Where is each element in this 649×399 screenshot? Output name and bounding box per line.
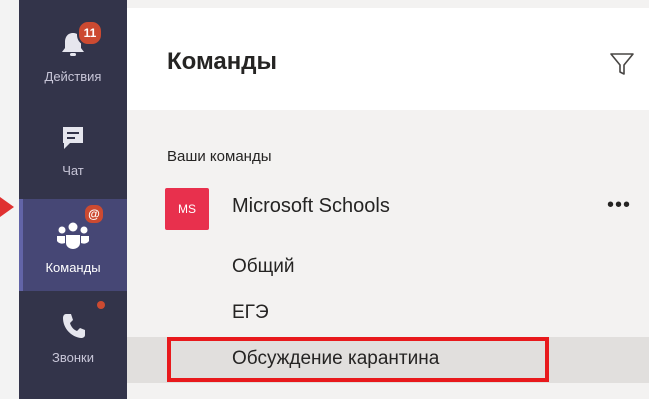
phone-icon: [60, 311, 86, 344]
rail-item-activity[interactable]: 11 Действия: [19, 8, 127, 100]
rail-item-label: Команды: [45, 260, 101, 275]
channel-label: ЕГЭ: [232, 302, 269, 323]
annotation-arrow: [0, 197, 14, 217]
rail-item-label: Действия: [44, 69, 102, 84]
rail-item-chat[interactable]: Чат: [19, 108, 127, 200]
chat-icon: [60, 124, 86, 157]
active-indicator: [19, 199, 23, 291]
channel-item[interactable]: ЕГЭ: [127, 292, 649, 336]
channel-label: Общий: [232, 256, 295, 277]
activity-badge: 11: [77, 20, 103, 46]
rail-item-teams[interactable]: @ Команды: [19, 199, 127, 291]
app-bar: 11 Действия Чат @ Команды Звонки: [19, 0, 127, 399]
rail-item-label: Чат: [62, 163, 84, 178]
page-title: Команды: [167, 48, 278, 75]
filter-icon[interactable]: [609, 52, 635, 81]
calls-dot: [97, 301, 105, 309]
team-row[interactable]: MS Microsoft Schools •••: [127, 182, 649, 238]
rail-item-calls[interactable]: Звонки: [19, 291, 127, 383]
rail-item-label: Звонки: [52, 350, 94, 365]
section-label: Ваши команды: [167, 148, 272, 165]
channel-label: Обсуждение карантина: [232, 348, 440, 369]
teams-icon: [56, 221, 90, 254]
teams-panel: Команды Ваши команды MS Microsoft School…: [127, 0, 649, 399]
team-name: Microsoft Schools: [232, 195, 390, 217]
channel-item-selected[interactable]: Обсуждение карантина: [127, 337, 649, 383]
team-avatar: MS: [165, 188, 209, 230]
mention-badge: @: [83, 203, 105, 225]
more-options-button[interactable]: •••: [607, 194, 631, 217]
channel-item[interactable]: Общий: [127, 246, 649, 290]
